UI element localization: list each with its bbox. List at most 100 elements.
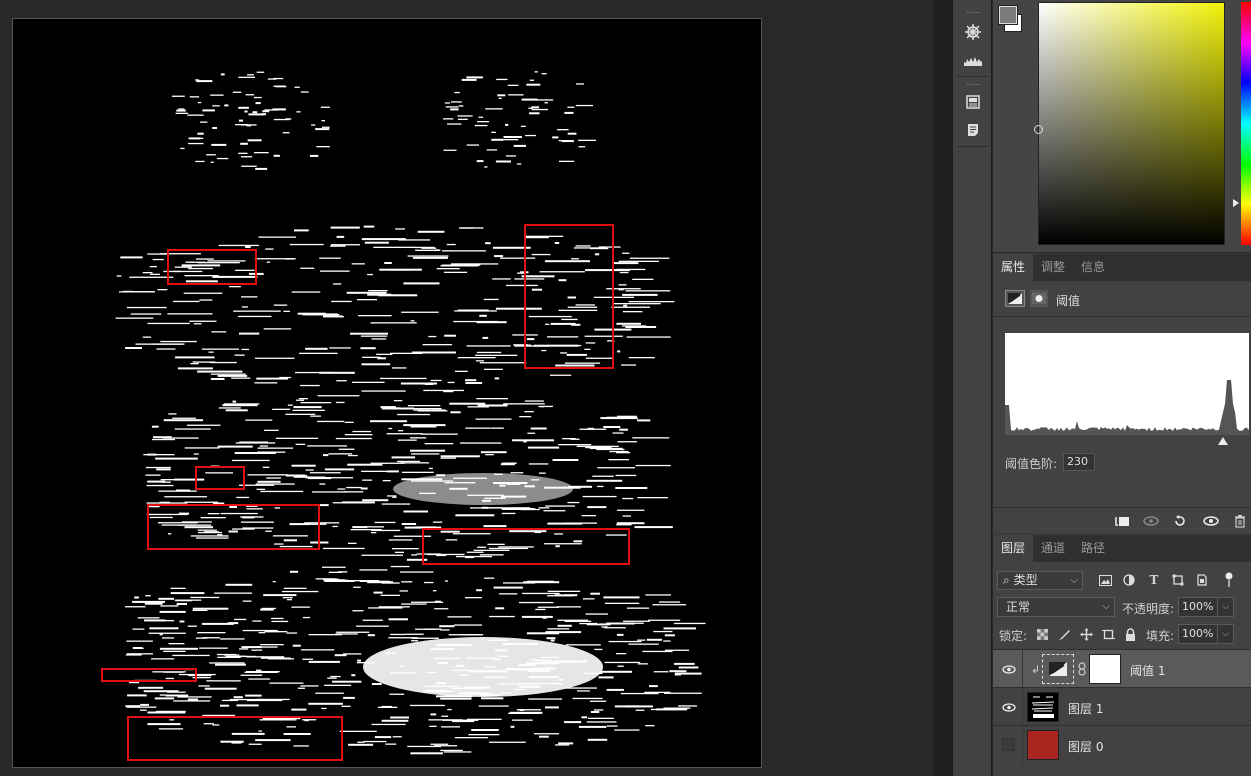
layer-name[interactable]: 图层 0 bbox=[1068, 738, 1103, 755]
smart-object-filter-icon[interactable] bbox=[1194, 572, 1210, 588]
trash-icon[interactable] bbox=[1227, 511, 1251, 531]
clip-to-layer-icon[interactable] bbox=[1109, 511, 1135, 531]
dock-grip[interactable] bbox=[967, 84, 979, 86]
layer-thumbnail[interactable] bbox=[1027, 692, 1059, 722]
threshold-stroke bbox=[223, 403, 260, 405]
opacity-field[interactable]: 100% ⌵ bbox=[1178, 597, 1234, 617]
threshold-stroke bbox=[161, 481, 171, 483]
visibility-eye-icon[interactable] bbox=[1198, 511, 1224, 531]
tab-layers[interactable]: 图层 bbox=[993, 535, 1034, 562]
threshold-stroke bbox=[309, 154, 319, 157]
threshold-stroke bbox=[170, 587, 186, 589]
threshold-stroke bbox=[220, 73, 225, 76]
libraries-icon[interactable] bbox=[959, 90, 987, 114]
layer-row[interactable]: 图层 0 bbox=[993, 725, 1251, 764]
adjustment-layer-filter-icon[interactable] bbox=[1121, 572, 1137, 588]
threshold-stroke bbox=[212, 105, 220, 107]
reset-icon[interactable] bbox=[1167, 511, 1193, 531]
layer-name[interactable]: 图层 1 bbox=[1068, 700, 1103, 717]
foreground-color-swatch[interactable] bbox=[998, 5, 1018, 25]
threshold-stroke bbox=[245, 694, 262, 697]
threshold-stroke bbox=[330, 675, 341, 678]
threshold-stroke bbox=[176, 109, 186, 112]
layer-name[interactable]: 阈值 1 bbox=[1130, 662, 1165, 679]
threshold-stroke bbox=[606, 725, 618, 727]
threshold-stroke bbox=[628, 643, 659, 645]
mask-icon[interactable] bbox=[1030, 290, 1048, 307]
threshold-stroke bbox=[370, 420, 408, 423]
hue-slider-marker[interactable] bbox=[1233, 199, 1239, 207]
navigator-icon[interactable] bbox=[959, 20, 987, 44]
threshold-stroke bbox=[664, 634, 675, 637]
threshold-stroke bbox=[620, 692, 659, 695]
layer-mask-thumbnail[interactable] bbox=[1089, 654, 1121, 684]
tab-properties[interactable]: 属性 bbox=[993, 254, 1034, 281]
threshold-stroke bbox=[608, 640, 642, 643]
color-field[interactable] bbox=[1034, 2, 1225, 245]
lock-image-pixels-icon[interactable] bbox=[1056, 626, 1072, 642]
lock-position-icon[interactable] bbox=[1078, 626, 1094, 642]
histogram-icon[interactable] bbox=[959, 48, 987, 72]
threshold-stroke bbox=[604, 627, 626, 629]
chevron-down-icon[interactable]: ⌵ bbox=[1217, 625, 1233, 643]
threshold-stroke bbox=[576, 445, 619, 447]
threshold-stroke bbox=[415, 249, 441, 251]
shape-layer-filter-icon[interactable] bbox=[1170, 572, 1186, 588]
threshold-stroke bbox=[388, 618, 408, 621]
threshold-stroke bbox=[674, 662, 695, 665]
layer-row[interactable]: ↲ 阈值 1 bbox=[993, 649, 1251, 688]
filter-toggle-icon[interactable] bbox=[1221, 572, 1237, 588]
threshold-stroke bbox=[446, 243, 456, 246]
chevron-down-icon[interactable]: ⌵ bbox=[1217, 598, 1233, 616]
threshold-stroke bbox=[195, 160, 205, 163]
lock-transparent-pixels-icon[interactable] bbox=[1034, 626, 1050, 642]
threshold-stroke bbox=[377, 357, 386, 360]
threshold-stroke bbox=[292, 644, 301, 647]
visibility-eye-icon[interactable] bbox=[1001, 700, 1017, 714]
threshold-stroke bbox=[304, 719, 309, 722]
adjustment-thumbnail[interactable] bbox=[1042, 654, 1074, 684]
threshold-stroke bbox=[440, 749, 463, 752]
visibility-eye-icon[interactable] bbox=[1001, 662, 1017, 676]
layer-row[interactable]: 图层 1 bbox=[993, 687, 1251, 726]
threshold-level-input[interactable]: 230 bbox=[1063, 453, 1095, 471]
dock-grip[interactable] bbox=[967, 12, 979, 14]
threshold-stroke bbox=[600, 417, 638, 420]
threshold-stroke bbox=[466, 551, 484, 553]
view-previous-state-icon[interactable] bbox=[1138, 511, 1164, 531]
document-canvas[interactable] bbox=[12, 18, 762, 768]
fill-field[interactable]: 100% ⌵ bbox=[1178, 624, 1234, 644]
threshold-histogram[interactable] bbox=[1005, 333, 1249, 435]
threshold-stroke bbox=[367, 634, 375, 637]
tab-paths[interactable]: 路径 bbox=[1073, 535, 1113, 562]
threshold-stroke bbox=[397, 460, 421, 463]
link-icon[interactable] bbox=[1078, 662, 1086, 679]
threshold-stroke bbox=[195, 637, 208, 639]
type-layer-filter-icon[interactable]: T bbox=[1146, 572, 1162, 588]
notes-icon[interactable] bbox=[959, 118, 987, 142]
threshold-stroke bbox=[218, 244, 259, 247]
tab-channels[interactable]: 通道 bbox=[1033, 535, 1073, 562]
hue-slider[interactable] bbox=[1241, 2, 1251, 245]
threshold-stroke bbox=[485, 108, 503, 110]
threshold-stroke bbox=[175, 600, 192, 602]
threshold-stroke bbox=[529, 112, 540, 115]
lock-artboard-icon[interactable] bbox=[1100, 626, 1116, 642]
tab-adjustments[interactable]: 调整 bbox=[1033, 254, 1073, 281]
color-field-marker[interactable] bbox=[1034, 125, 1043, 134]
lock-all-icon[interactable] bbox=[1122, 626, 1138, 642]
blend-mode-select[interactable]: 正常 ⌵ bbox=[997, 597, 1115, 617]
tab-info[interactable]: 信息 bbox=[1073, 254, 1113, 281]
threshold-stroke bbox=[454, 737, 488, 739]
layer-filter-select[interactable]: ⌕ 类型 ⌵ bbox=[997, 571, 1083, 590]
threshold-adjustment-icon[interactable] bbox=[1005, 290, 1025, 307]
threshold-stroke bbox=[541, 73, 547, 75]
threshold-stroke bbox=[477, 404, 508, 407]
threshold-stroke bbox=[189, 96, 200, 98]
layer-thumbnail[interactable] bbox=[1027, 730, 1059, 760]
threshold-stroke bbox=[335, 437, 372, 440]
threshold-slider[interactable] bbox=[1218, 437, 1228, 445]
threshold-stroke bbox=[330, 244, 360, 246]
visibility-toggle-off[interactable] bbox=[1002, 738, 1015, 751]
pixel-layer-filter-icon[interactable] bbox=[1097, 572, 1113, 588]
